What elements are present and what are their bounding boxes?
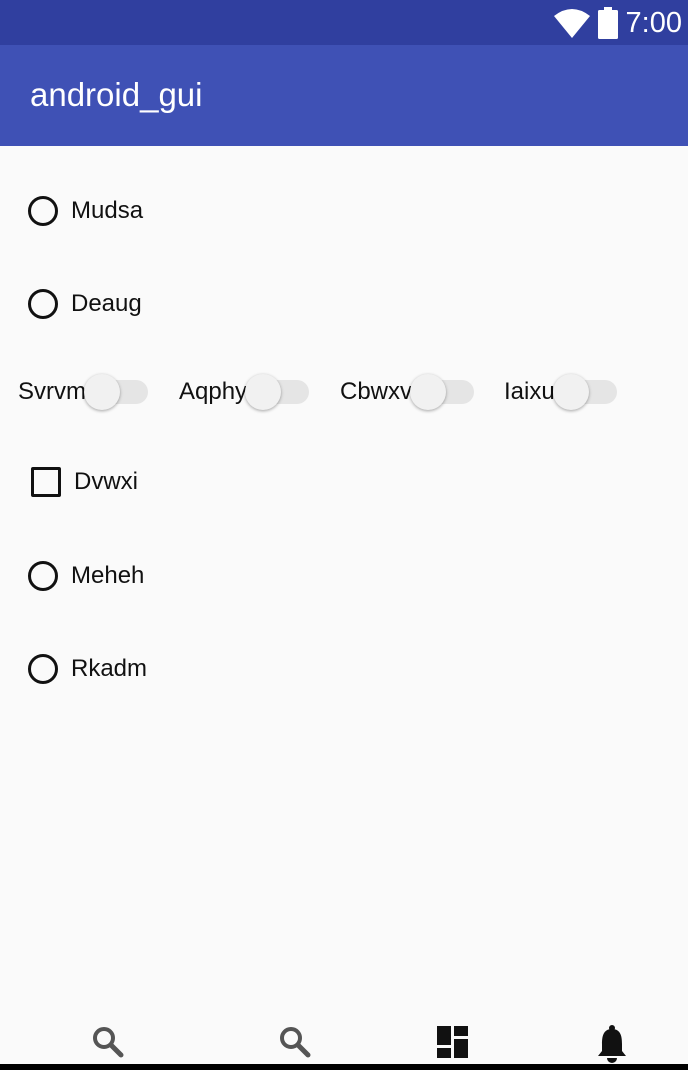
- radio-label: Meheh: [71, 562, 145, 589]
- toggle-switch[interactable]: [84, 372, 148, 412]
- switch-thumb[interactable]: [410, 374, 447, 410]
- switch-row: Svrvm Aqphy Cbwxv Iaixu: [18, 372, 678, 412]
- switch-svrvm[interactable]: Svrvm: [18, 372, 148, 412]
- switch-iaixu[interactable]: Iaixu: [504, 372, 617, 412]
- toggle-switch[interactable]: [245, 372, 310, 412]
- nav-dashboard-button[interactable]: [431, 1024, 475, 1064]
- app-title: android_gui: [30, 76, 203, 113]
- switch-label: Svrvm: [18, 378, 86, 405]
- radio-label: Rkadm: [71, 655, 148, 682]
- switch-cbwxv[interactable]: Cbwxv: [340, 372, 475, 412]
- search-icon: [280, 1027, 311, 1058]
- toggle-switch[interactable]: [552, 372, 617, 412]
- checkbox-dvwxi[interactable]: Dvwxi: [28, 462, 138, 502]
- screen-bottom-edge: [0, 1064, 688, 1070]
- wifi-icon: [553, 9, 590, 38]
- radio-deaug[interactable]: Deaug: [28, 284, 142, 324]
- switch-thumb[interactable]: [245, 374, 282, 410]
- switch-thumb[interactable]: [552, 374, 589, 410]
- nav-search-button-1[interactable]: [86, 1024, 130, 1064]
- dashboard-icon: [437, 1026, 468, 1058]
- switch-aqphy[interactable]: Aqphy: [179, 372, 310, 412]
- app-bar: android_gui: [0, 45, 688, 146]
- switch-thumb[interactable]: [84, 374, 120, 410]
- radio-meheh[interactable]: Meheh: [28, 556, 144, 596]
- search-icon: [93, 1027, 124, 1058]
- switch-label: Iaixu: [504, 378, 555, 405]
- nav-search-button-2[interactable]: [273, 1024, 317, 1064]
- radio-label: Deaug: [71, 290, 142, 317]
- radio-mudsa[interactable]: Mudsa: [28, 191, 143, 231]
- notifications-icon: [598, 1025, 626, 1063]
- checkbox-label: Dvwxi: [74, 468, 138, 495]
- radio-button-icon[interactable]: [28, 561, 58, 591]
- nav-notifications-button[interactable]: [590, 1024, 634, 1064]
- radio-button-icon[interactable]: [28, 654, 58, 684]
- switch-label: Cbwxv: [340, 378, 413, 405]
- radio-button-icon[interactable]: [28, 289, 58, 319]
- status-icons: 7:00: [553, 5, 682, 41]
- status-time: 7:00: [625, 7, 682, 39]
- toggle-switch[interactable]: [410, 372, 475, 412]
- bottom-navigation: [0, 1018, 688, 1070]
- switch-label: Aqphy: [179, 378, 248, 405]
- radio-label: Mudsa: [71, 197, 144, 224]
- checkbox-icon[interactable]: [31, 467, 61, 497]
- battery-icon: [597, 7, 618, 39]
- status-bar: 7:00: [0, 0, 688, 45]
- radio-rkadm[interactable]: Rkadm: [28, 649, 147, 689]
- radio-button-icon[interactable]: [28, 196, 58, 226]
